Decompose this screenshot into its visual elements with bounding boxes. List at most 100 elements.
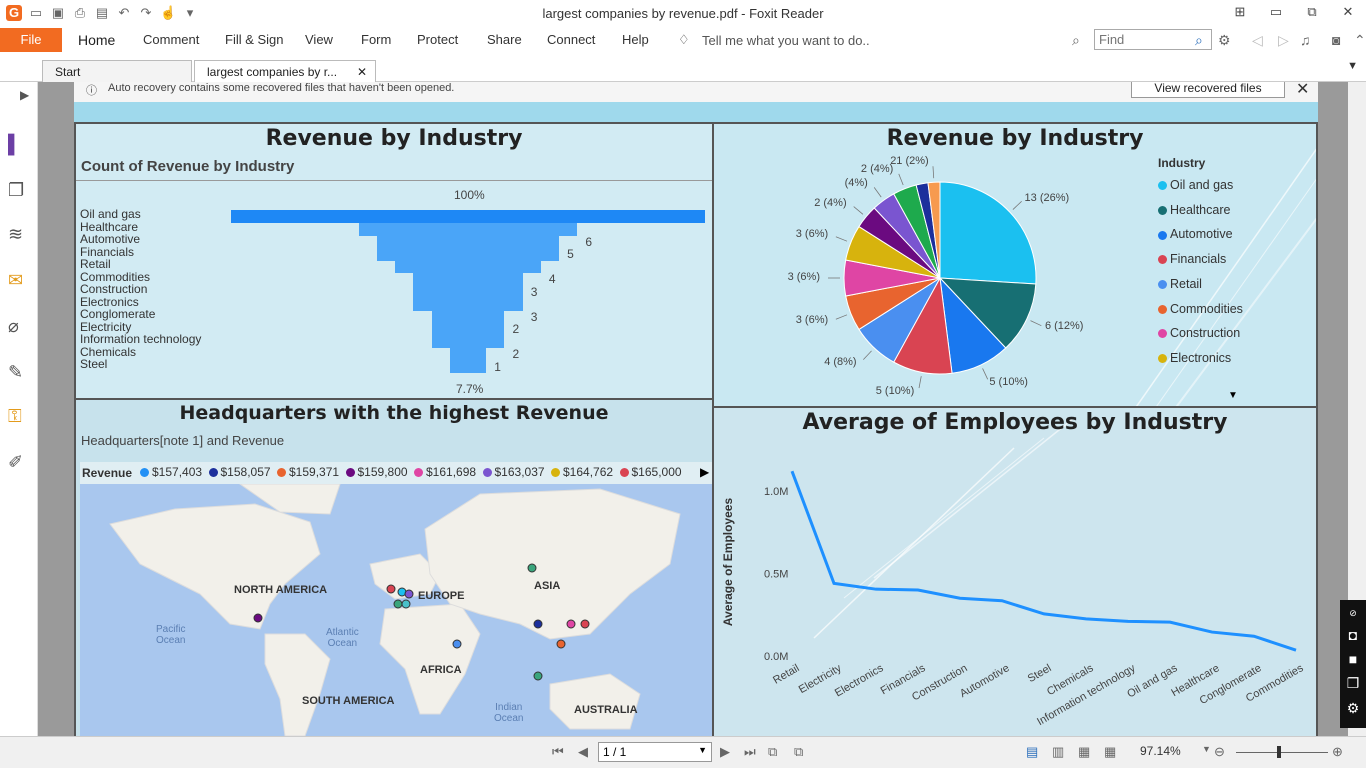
funnel-bar[interactable] bbox=[431, 335, 505, 348]
map-legend-item[interactable]: $164,762 bbox=[551, 465, 613, 479]
map-legend-item[interactable]: $159,800 bbox=[345, 465, 408, 479]
pie-legend-item[interactable]: Financials bbox=[1158, 252, 1226, 266]
single-page-icon[interactable]: ▤ bbox=[1026, 744, 1038, 760]
funnel-bar[interactable] bbox=[413, 285, 523, 298]
funnel-bar[interactable] bbox=[376, 247, 560, 261]
camera-icon[interactable]: ◘ bbox=[1340, 627, 1366, 643]
last-page-icon[interactable]: ⏭ bbox=[744, 744, 756, 760]
menu-comment[interactable]: Comment bbox=[143, 32, 199, 47]
legend-scroll-down-icon[interactable]: ▼ bbox=[1228, 390, 1238, 401]
menu-home[interactable]: Home bbox=[78, 32, 115, 48]
menu-connect[interactable]: Connect bbox=[547, 32, 595, 47]
zoom-out-icon[interactable]: ⊖ bbox=[1214, 744, 1225, 760]
certify-icon[interactable]: ✐ bbox=[8, 452, 23, 473]
view-recovered-files-button[interactable]: View recovered files bbox=[1131, 82, 1285, 98]
world-map[interactable]: NORTH AMERICA EUROPE ASIA AFRICA SOUTH A… bbox=[80, 484, 712, 736]
continuous-facing-icon[interactable]: ▦ bbox=[1104, 744, 1116, 760]
pie-data-label: (4%) bbox=[844, 177, 868, 190]
search-icon[interactable]: ⌕ bbox=[1195, 32, 1203, 49]
zoom-in-icon[interactable]: ⊕ bbox=[1332, 744, 1343, 760]
employees-line[interactable] bbox=[790, 470, 1297, 652]
pie-legend-item[interactable]: Construction bbox=[1158, 326, 1240, 340]
menu-help[interactable]: Help bbox=[622, 32, 649, 47]
window-title: largest companies by revenue.pdf - Foxit… bbox=[542, 6, 824, 21]
first-page-icon[interactable]: ⏮ bbox=[552, 744, 564, 760]
pie-legend-item[interactable]: Retail bbox=[1158, 277, 1202, 291]
window-capture-icon[interactable]: ❐ bbox=[1340, 675, 1366, 692]
funnel-bar[interactable] bbox=[395, 260, 541, 273]
menu-protect[interactable]: Protect bbox=[417, 32, 458, 47]
close-icon[interactable]: ✕ bbox=[1330, 0, 1366, 24]
funnel-bar[interactable] bbox=[431, 322, 505, 336]
zoom-slider-thumb[interactable] bbox=[1277, 746, 1281, 758]
funnel-bar[interactable] bbox=[231, 210, 705, 223]
pie-legend-item[interactable]: Electronics bbox=[1158, 351, 1231, 365]
zoom-level[interactable]: 97.14% bbox=[1140, 744, 1181, 758]
map-legend-item[interactable]: $163,037 bbox=[482, 465, 545, 479]
page-number-field[interactable]: 1 / 1 ▼ bbox=[598, 742, 712, 762]
expand-panel-icon[interactable]: ▶ bbox=[20, 88, 29, 102]
banner-close-icon[interactable]: ✕ bbox=[1296, 82, 1309, 99]
pie-legend-item[interactable]: Oil and gas bbox=[1158, 178, 1233, 192]
legend-next-icon[interactable]: ▶ bbox=[700, 465, 709, 479]
funnel-bar[interactable] bbox=[449, 347, 487, 361]
menu-view[interactable]: View bbox=[305, 32, 333, 47]
settings-icon[interactable]: ⚙ bbox=[1340, 700, 1366, 717]
pages-icon[interactable]: ❐ bbox=[8, 180, 24, 201]
map-legend-item[interactable]: $161,698 bbox=[414, 465, 476, 479]
funnel-value-label: 3 bbox=[530, 284, 538, 299]
menu-bar: File Home Comment Fill & Sign View Form … bbox=[0, 28, 1366, 54]
tell-me-search[interactable]: Tell me what you want to do.. bbox=[702, 33, 870, 48]
bookmark-icon[interactable]: ▌ bbox=[8, 134, 21, 155]
pie-slice[interactable] bbox=[939, 181, 1037, 285]
folder-search-icon[interactable]: ⌕ bbox=[1072, 32, 1080, 49]
layers-icon[interactable]: ≋ bbox=[8, 224, 23, 245]
file-menu-button[interactable]: File bbox=[0, 28, 62, 52]
map-legend-item[interactable]: $165,000 bbox=[619, 465, 682, 479]
next-page-icon[interactable]: ▶ bbox=[720, 744, 730, 760]
map-legend-item[interactable]: $157,403 bbox=[140, 465, 202, 479]
map-legend-item[interactable]: $159,371 bbox=[277, 465, 339, 479]
pin-icon[interactable]: ⊘ bbox=[1340, 608, 1366, 619]
menu-fill-sign[interactable]: Fill & Sign bbox=[225, 32, 284, 47]
signature-icon[interactable]: ✎ bbox=[8, 362, 23, 383]
prev-page-icon[interactable]: ◀ bbox=[578, 744, 588, 760]
menu-share[interactable]: Share bbox=[487, 32, 522, 47]
gear-icon[interactable]: ⚙ bbox=[1218, 32, 1231, 49]
next-view-icon[interactable]: ⧉ bbox=[794, 744, 803, 760]
map-legend-item[interactable]: $158,057 bbox=[208, 465, 271, 479]
zoom-dropdown-icon[interactable]: ▼ bbox=[1202, 744, 1211, 754]
pie-legend-item[interactable]: Commodities bbox=[1158, 302, 1243, 316]
funnel-top-pct: 100% bbox=[454, 188, 485, 202]
chevron-down-icon[interactable]: ▼ bbox=[698, 745, 707, 755]
video-icon[interactable]: ■ bbox=[1340, 651, 1366, 667]
tab-document[interactable]: largest companies by r... ✕ bbox=[194, 60, 376, 83]
tab-start[interactable]: Start bbox=[42, 60, 192, 83]
facing-page-icon[interactable]: ▦ bbox=[1078, 744, 1090, 760]
pie-legend-item[interactable]: Automotive bbox=[1158, 227, 1233, 241]
tab-list-chevron-icon[interactable]: ▼ bbox=[1347, 60, 1358, 72]
funnel-bar[interactable] bbox=[413, 272, 523, 286]
funnel-bar[interactable] bbox=[449, 360, 487, 373]
bell-icon[interactable]: ♫ bbox=[1300, 32, 1311, 48]
funnel-bar[interactable] bbox=[413, 297, 523, 311]
minimize-icon[interactable]: ▭ bbox=[1258, 0, 1294, 24]
funnel-bar[interactable] bbox=[376, 235, 560, 248]
comments-icon[interactable]: ✉ bbox=[8, 270, 23, 291]
continuous-page-icon[interactable]: ▥ bbox=[1052, 744, 1064, 760]
funnel-bar[interactable] bbox=[431, 310, 505, 323]
tab-close-icon[interactable]: ✕ bbox=[357, 65, 367, 79]
pie-legend-item[interactable]: Healthcare bbox=[1158, 203, 1230, 217]
lock-icon[interactable]: ⚿ bbox=[8, 406, 22, 427]
restore-icon[interactable]: ⧉ bbox=[1294, 0, 1330, 24]
prev-result-icon[interactable]: ◁ bbox=[1252, 32, 1263, 49]
user-icon[interactable]: ◙ bbox=[1332, 32, 1340, 48]
funnel-bar[interactable] bbox=[358, 222, 578, 236]
layout-icon[interactable]: ⊞ bbox=[1222, 0, 1258, 24]
attachment-icon[interactable]: ⌀ bbox=[8, 316, 19, 337]
chevron-up-icon[interactable]: ⌃ bbox=[1354, 32, 1366, 49]
zoom-slider[interactable] bbox=[1236, 752, 1328, 753]
menu-form[interactable]: Form bbox=[361, 32, 391, 47]
next-result-icon[interactable]: ▷ bbox=[1278, 32, 1289, 49]
previous-view-icon[interactable]: ⧉ bbox=[768, 744, 777, 760]
